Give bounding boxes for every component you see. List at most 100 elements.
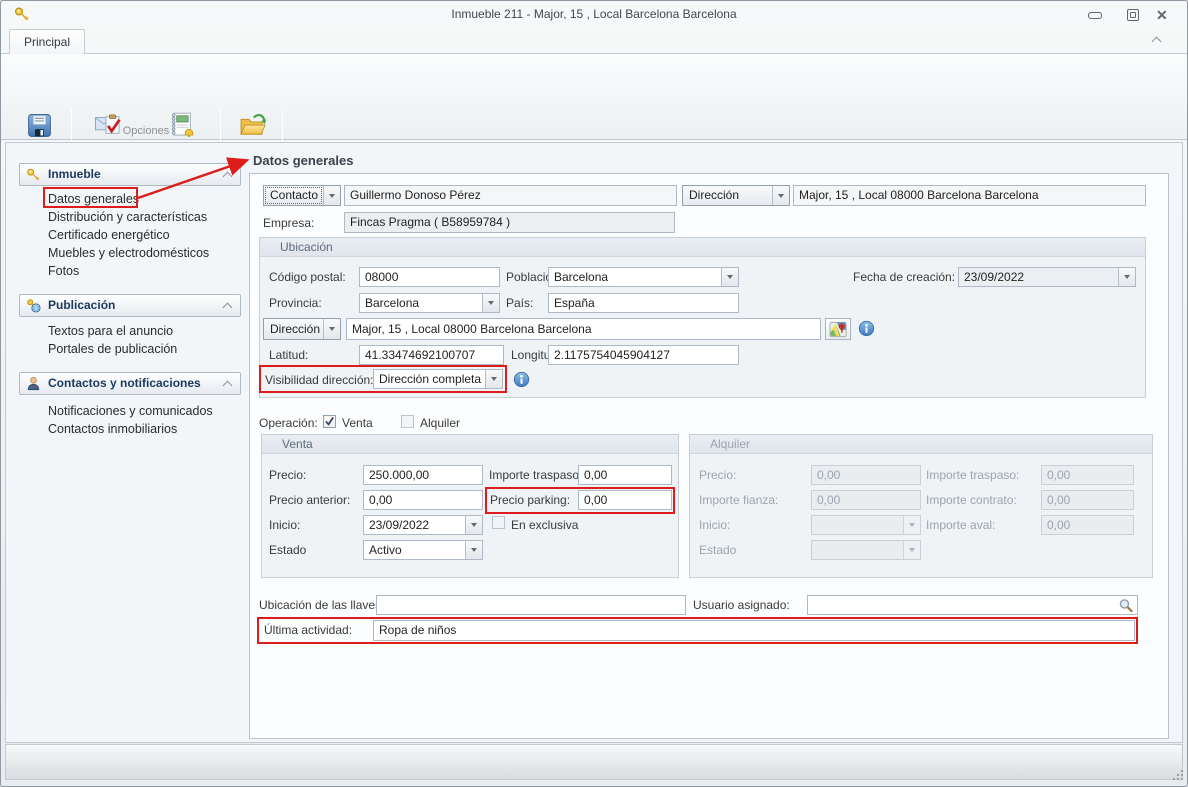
- sidebar-item-muebles[interactable]: Muebles y electrodomésticos: [48, 246, 209, 260]
- alquiler-inicio-label: Inicio:: [699, 518, 730, 532]
- precio-anterior-value: 0,00: [369, 493, 392, 507]
- chevron-down-icon[interactable]: [721, 268, 738, 286]
- usuario-asignado-field[interactable]: [807, 595, 1138, 615]
- alquiler-checkbox-label[interactable]: Alquiler: [420, 416, 460, 430]
- visibilidad-field[interactable]: Dirección completa: [373, 369, 503, 389]
- chevron-down-icon[interactable]: [323, 186, 340, 205]
- codigo-postal-field[interactable]: 08000: [359, 267, 500, 287]
- precio-parking-value: 0,00: [584, 493, 607, 507]
- fecha-creacion-field[interactable]: 23/09/2022: [958, 267, 1136, 287]
- en-exclusiva-label[interactable]: En exclusiva: [511, 518, 578, 532]
- direccion-selector[interactable]: Dirección: [682, 185, 790, 206]
- tab-principal[interactable]: Principal: [9, 29, 85, 54]
- venta-inicio-value: 23/09/2022: [369, 518, 429, 532]
- alquiler-importe-traspaso-field: 0,00: [1041, 465, 1134, 485]
- venta-importe-traspaso-label: Importe traspaso:: [489, 468, 582, 482]
- alquiler-inicio-field: [811, 515, 921, 535]
- contacto-field[interactable]: Guillermo Donoso Pérez: [344, 185, 677, 206]
- sidebar-item-contactos-inmobiliarios[interactable]: Contactos inmobiliarios: [48, 422, 177, 436]
- venta-estado-field[interactable]: Activo: [363, 540, 483, 560]
- ribbon-collapse-icon[interactable]: [1152, 37, 1162, 47]
- ultima-actividad-field[interactable]: Ropa de niños: [373, 620, 1135, 641]
- chevron-down-icon[interactable]: [465, 516, 482, 534]
- ubicacion-direccion-selector-label: Dirección: [270, 322, 320, 336]
- direccion-info-icon[interactable]: [858, 320, 875, 337]
- empresa-label: Empresa:: [263, 216, 314, 230]
- close-icon[interactable]: ✕: [1156, 8, 1168, 22]
- importe-contrato-field: 0,00: [1041, 490, 1134, 510]
- sidebar-group-publicacion-title: Publicación: [48, 298, 115, 312]
- precio-parking-field[interactable]: 0,00: [578, 490, 672, 510]
- importe-aval-field: 0,00: [1041, 515, 1134, 535]
- llaves-field[interactable]: [376, 595, 686, 615]
- chevron-down-icon[interactable]: [482, 294, 499, 312]
- magnifier-icon[interactable]: [1117, 597, 1134, 613]
- ultima-actividad-value: Ropa de niños: [379, 623, 456, 637]
- visibilidad-info-icon[interactable]: [513, 371, 530, 388]
- venta-inicio-field[interactable]: 23/09/2022: [363, 515, 483, 535]
- restore-icon[interactable]: [1127, 9, 1139, 21]
- precio-anterior-field[interactable]: 0,00: [363, 490, 483, 510]
- venta-checkbox-label[interactable]: Venta: [342, 416, 373, 430]
- pais-value: España: [554, 296, 595, 310]
- save-icon: [25, 111, 54, 140]
- venta-precio-field[interactable]: 250.000,00: [363, 465, 483, 485]
- chevron-down-icon[interactable]: [465, 541, 482, 559]
- map-button[interactable]: [825, 318, 851, 340]
- ribbon: Guardar y cerrar Incidencias y notificac…: [1, 53, 1187, 140]
- sidebar-item-textos-anuncio[interactable]: Textos para el anuncio: [48, 324, 173, 338]
- importe-fianza-field: 0,00: [811, 490, 921, 510]
- importe-fianza-value: 0,00: [817, 493, 840, 507]
- venta-group-title: Venta: [262, 435, 678, 454]
- chevron-up-icon[interactable]: [223, 381, 233, 391]
- key-globe-icon: [26, 298, 41, 313]
- importe-contrato-label: Importe contrato:: [926, 493, 1017, 507]
- venta-checkbox[interactable]: [323, 415, 336, 428]
- en-exclusiva-checkbox[interactable]: [492, 516, 505, 529]
- ubicacion-direccion-value: Major, 15 , Local 08000 Barcelona Barcel…: [352, 322, 592, 336]
- codigo-postal-value: 08000: [365, 270, 398, 284]
- sidebar-item-portales[interactable]: Portales de publicación: [48, 342, 177, 356]
- direccion-field[interactable]: Major, 15 , Local 08000 Barcelona Barcel…: [793, 185, 1146, 206]
- precio-parking-label: Precio parking:: [490, 493, 570, 507]
- contacto-selector-label: Contacto: [270, 188, 318, 202]
- ubicacion-direccion-selector[interactable]: Dirección: [263, 318, 341, 340]
- longitud-field[interactable]: 2.1175754045904127: [548, 345, 739, 365]
- chevron-down-icon[interactable]: [1118, 268, 1135, 286]
- importe-aval-label: Importe aval:: [926, 518, 995, 532]
- provincia-label: Provincia:: [269, 296, 322, 310]
- latitud-field[interactable]: 41.33474692100707: [359, 345, 504, 365]
- venta-importe-traspaso-field[interactable]: 0,00: [578, 465, 672, 485]
- key-icon: [26, 167, 41, 182]
- alquiler-precio-value: 0,00: [817, 468, 840, 482]
- resize-grip[interactable]: [1173, 770, 1175, 772]
- direccion-selector-label: Dirección: [689, 188, 739, 202]
- chevron-down-icon[interactable]: [772, 186, 789, 205]
- sidebar-item-distribucion[interactable]: Distribución y características: [48, 210, 207, 224]
- chevron-up-icon[interactable]: [223, 303, 233, 313]
- tab-principal-label: Principal: [24, 35, 70, 49]
- poblacion-field[interactable]: Barcelona: [548, 267, 739, 287]
- chevron-down-icon[interactable]: [323, 319, 340, 339]
- sidebar-item-fotos[interactable]: Fotos: [48, 264, 79, 278]
- poblacion-value: Barcelona: [554, 270, 608, 284]
- sidebar-item-notificaciones[interactable]: Notificaciones y comunicados: [48, 404, 213, 418]
- sidebar-item-certificado[interactable]: Certificado energético: [48, 228, 170, 242]
- sidebar-group-contactos[interactable]: Contactos y notificaciones: [19, 372, 241, 395]
- ubicacion-direccion-field[interactable]: Major, 15 , Local 08000 Barcelona Barcel…: [346, 318, 821, 340]
- provincia-field[interactable]: Barcelona: [359, 293, 500, 313]
- llaves-label: Ubicación de las llaves:: [259, 598, 384, 612]
- sidebar-item-datos-generales[interactable]: Datos generales: [48, 192, 139, 206]
- page-title: Datos generales: [253, 153, 353, 168]
- minimize-icon[interactable]: [1088, 12, 1102, 19]
- contacto-selector[interactable]: Contacto: [263, 185, 341, 206]
- pais-label: País:: [506, 296, 533, 310]
- chevron-down-icon[interactable]: [485, 370, 502, 388]
- alquiler-checkbox[interactable]: [401, 415, 414, 428]
- ultima-actividad-label: Última actividad:: [264, 623, 352, 637]
- sidebar-group-publicacion[interactable]: Publicación: [19, 294, 241, 317]
- alquiler-precio-label: Precio:: [699, 468, 736, 482]
- direccion-value: Major, 15 , Local 08000 Barcelona Barcel…: [799, 188, 1039, 202]
- empresa-field[interactable]: Fincas Pragma ( B58959784 ): [344, 212, 675, 233]
- pais-field[interactable]: España: [548, 293, 739, 313]
